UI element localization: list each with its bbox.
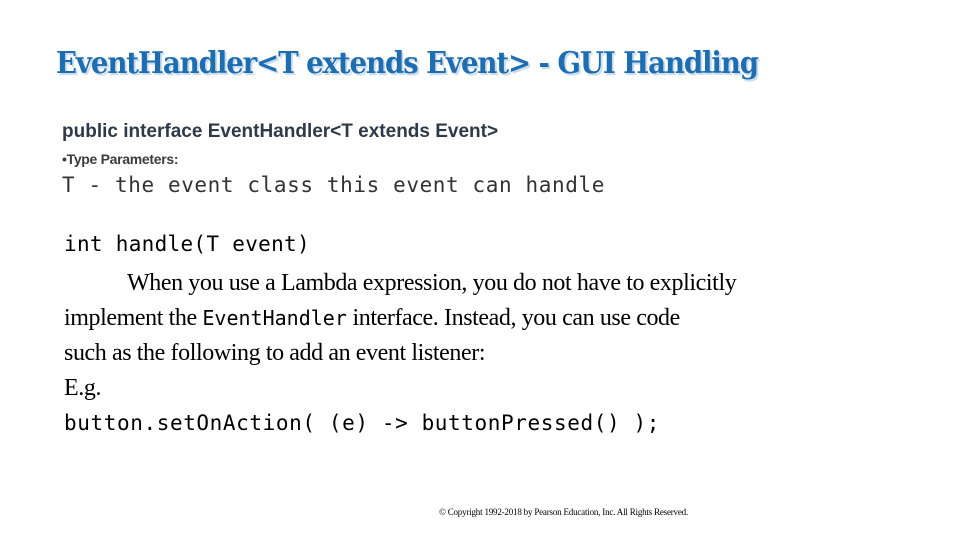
paragraph-line-2-start: implement the <box>64 305 203 331</box>
method-signature: int handle(T event) <box>64 232 310 256</box>
type-parameters-label: •Type Parameters: <box>62 151 179 167</box>
example-code: button.setOnAction( (e) -> buttonPressed… <box>64 411 660 435</box>
paragraph-line-1: When you use a Lambda expression, you do… <box>127 270 737 296</box>
paragraph-line-3: such as the following to add an event li… <box>64 340 486 366</box>
lambda-explanation: When you use a Lambda expression, you do… <box>64 266 944 441</box>
slide-title: EventHandler<T extends Event> - GUI Hand… <box>56 46 759 81</box>
paragraph-line-2: implement the EventHandler interface. In… <box>64 301 944 336</box>
interface-declaration: public interface EventHandler<T extends … <box>62 121 499 142</box>
copyright-notice: © Copyright 1992-2018 by Pearson Educati… <box>439 507 689 517</box>
inline-code-eventhandler: EventHandler <box>202 306 347 330</box>
type-parameter-description: T - the event class this event can handl… <box>62 173 605 197</box>
paragraph-line-2-end: interface. Instead, you can use code <box>346 305 680 331</box>
example-label: E.g. <box>64 375 102 401</box>
